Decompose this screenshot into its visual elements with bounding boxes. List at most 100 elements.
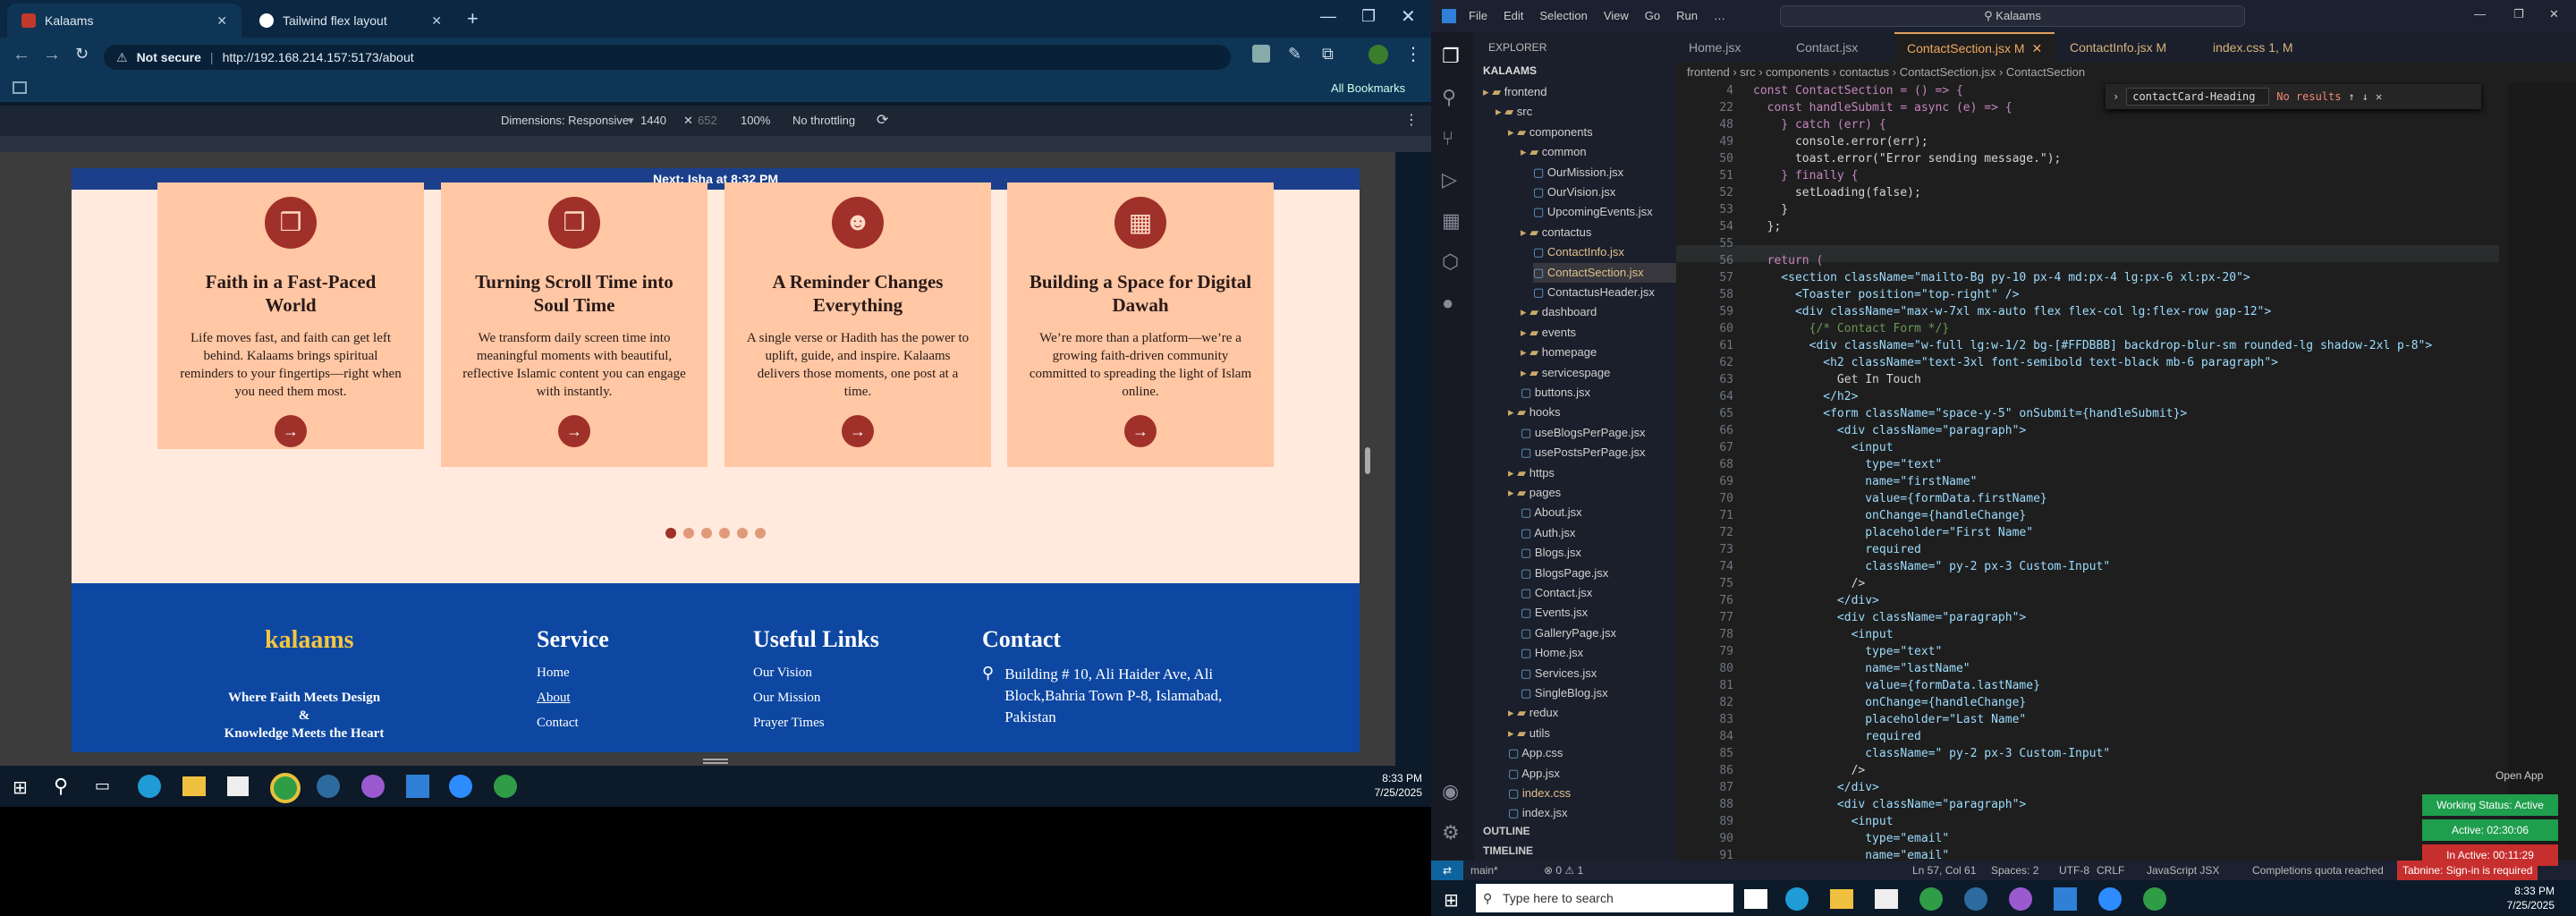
code-line[interactable]: <input bbox=[1753, 626, 1894, 643]
pen-icon[interactable]: ✎ bbox=[1288, 45, 1301, 64]
carousel-dot[interactable] bbox=[719, 528, 730, 539]
code-line[interactable]: return ( bbox=[1753, 252, 1824, 269]
tree-file[interactable]: ▢ useBlogsPerPage.jsx bbox=[1521, 423, 1676, 443]
swap-icon[interactable]: ✕ bbox=[683, 114, 693, 128]
menu-kebab-icon[interactable]: ⋮ bbox=[1404, 43, 1422, 65]
tree-file[interactable]: ▢ usePostsPerPage.jsx bbox=[1521, 443, 1676, 462]
height-input[interactable]: 652 bbox=[698, 114, 717, 127]
close-icon[interactable]: ✕ bbox=[2032, 41, 2043, 56]
tree-folder[interactable]: ▸ ▰ components bbox=[1508, 123, 1676, 142]
minimap[interactable] bbox=[2508, 82, 2576, 861]
forward-icon[interactable]: → bbox=[43, 45, 61, 65]
git-branch[interactable]: main* bbox=[1470, 864, 1498, 877]
devtools-more-icon[interactable]: ⋮ bbox=[1404, 111, 1419, 129]
footer-link-home[interactable]: Home bbox=[537, 660, 609, 685]
url-text[interactable]: http://192.168.214.157:5173/about bbox=[223, 50, 414, 64]
code-line[interactable]: {/* Contact Form */} bbox=[1753, 320, 1950, 337]
code-line[interactable]: placeholder="Last Name" bbox=[1753, 711, 2026, 728]
tree-file[interactable]: ▢ ContactInfo.jsx bbox=[1533, 242, 1676, 262]
footer-link-about[interactable]: About bbox=[537, 685, 609, 710]
problems-count[interactable]: ⊗ 0 ⚠ 1 bbox=[1544, 864, 1583, 877]
workspace-root[interactable]: KALAAMS bbox=[1483, 64, 1537, 77]
encoding[interactable]: UTF-8 bbox=[2059, 864, 2089, 877]
store-icon[interactable] bbox=[1875, 889, 1898, 909]
code-line[interactable]: <div className="paragraph"> bbox=[1753, 796, 2026, 813]
tree-folder[interactable]: ▸ ▰ servicespage bbox=[1521, 363, 1676, 383]
tree-file[interactable]: ▢ App.css bbox=[1508, 743, 1676, 763]
tree-folder[interactable]: ▸ ▰ contactus bbox=[1521, 223, 1676, 242]
close-icon[interactable]: ✕ bbox=[2376, 90, 2382, 103]
timeline-section[interactable]: TIMELINE bbox=[1483, 844, 1533, 857]
code-line[interactable]: type="email" bbox=[1753, 830, 1949, 847]
zoom-select[interactable]: 100% bbox=[741, 114, 770, 127]
back-icon[interactable]: ← bbox=[13, 45, 30, 65]
code-line[interactable]: <section className="mailto-Bg py-10 px-4… bbox=[1753, 269, 2250, 286]
search-icon[interactable]: ⚲ bbox=[54, 775, 68, 798]
github-icon[interactable] bbox=[361, 775, 385, 798]
tab-contact-section[interactable]: ContactSection.jsx M ✕ bbox=[1894, 32, 2055, 63]
menu-edit[interactable]: Edit bbox=[1504, 9, 1523, 22]
file-explorer-icon[interactable] bbox=[182, 776, 206, 796]
arrow-button[interactable]: → bbox=[1124, 415, 1157, 447]
file-explorer-icon[interactable] bbox=[1830, 889, 1853, 909]
restore-icon[interactable]: ❐ bbox=[2513, 7, 2524, 21]
tree-folder[interactable]: ▸ ▰ src bbox=[1496, 102, 1676, 122]
code-line[interactable]: className=" py-2 px-3 Custom-Input" bbox=[1753, 745, 2110, 762]
tree-folder[interactable]: ▸ ▰ utils bbox=[1508, 724, 1676, 743]
code-line[interactable]: /> bbox=[1753, 575, 1866, 592]
new-tab-icon[interactable]: + bbox=[467, 7, 479, 30]
close-icon[interactable]: ✕ bbox=[216, 13, 227, 29]
extension-icon[interactable] bbox=[1252, 45, 1270, 63]
code-editor[interactable]: 4 const ContactSection = () => {22 const … bbox=[1676, 82, 2576, 861]
arrow-button[interactable]: → bbox=[842, 415, 874, 447]
code-line[interactable]: onChange={handleChange} bbox=[1753, 694, 2026, 711]
footer-link-mission[interactable]: Our Mission bbox=[753, 685, 879, 710]
code-line[interactable]: type="text" bbox=[1753, 456, 1942, 473]
chrome-icon[interactable] bbox=[2143, 887, 2166, 911]
code-line[interactable]: </div> bbox=[1753, 779, 1879, 796]
indentation[interactable]: Spaces: 2 bbox=[1991, 864, 2038, 877]
tree-file[interactable]: ▢ OurMission.jsx bbox=[1533, 163, 1676, 182]
code-line[interactable]: value={formData.firstName} bbox=[1753, 490, 2047, 507]
code-line[interactable]: } catch (err) { bbox=[1753, 116, 1885, 133]
tree-file[interactable]: ▢ index.css bbox=[1508, 784, 1676, 803]
code-line[interactable]: name="email" bbox=[1753, 847, 1949, 861]
carousel-dot[interactable] bbox=[755, 528, 766, 539]
menu-go[interactable]: Go bbox=[1645, 9, 1660, 22]
tree-folder[interactable]: ▸ ▰ hooks bbox=[1508, 403, 1676, 422]
code-line[interactable]: console.error(err); bbox=[1753, 133, 1928, 150]
task-view-icon[interactable] bbox=[1744, 889, 1767, 909]
zoom-icon[interactable] bbox=[2098, 887, 2122, 911]
explorer-icon[interactable]: ❐ bbox=[1442, 45, 1460, 68]
code-line[interactable]: type="text" bbox=[1753, 643, 1942, 660]
code-line[interactable]: className=" py-2 px-3 Custom-Input" bbox=[1753, 558, 2110, 575]
cursor-position[interactable]: Ln 57, Col 61 bbox=[1912, 864, 1976, 877]
gear-icon[interactable]: ⚙ bbox=[1442, 821, 1460, 844]
width-input[interactable]: 1440 bbox=[640, 114, 666, 127]
code-line[interactable]: toast.error("Error sending message."); bbox=[1753, 150, 2061, 167]
code-line[interactable]: }; bbox=[1753, 218, 1782, 235]
code-line[interactable]: Get In Touch bbox=[1753, 371, 1921, 388]
reload-icon[interactable]: ↻ bbox=[75, 45, 89, 64]
github-icon[interactable] bbox=[2009, 887, 2032, 911]
footer-logo[interactable]: kalaams bbox=[265, 626, 354, 655]
profile-avatar[interactable] bbox=[1368, 45, 1388, 64]
chevron-right-icon[interactable]: › bbox=[2113, 90, 2119, 103]
menu-more[interactable]: … bbox=[1714, 9, 1725, 22]
tree-file[interactable]: ▢ buttons.jsx bbox=[1521, 383, 1676, 403]
code-line[interactable]: } finally { bbox=[1753, 167, 1858, 184]
carousel-dot[interactable] bbox=[683, 528, 694, 539]
task-view-icon[interactable]: ▭ bbox=[95, 776, 110, 795]
remote-indicator-icon[interactable]: ⇄ bbox=[1431, 861, 1463, 880]
breadcrumb-path[interactable]: frontend › src › components › contactus … bbox=[1676, 65, 2085, 79]
close-icon[interactable]: ✕ bbox=[431, 13, 442, 29]
tree-folder[interactable]: ▸ ▰ https bbox=[1508, 463, 1676, 483]
run-debug-icon[interactable]: ▷ bbox=[1442, 168, 1457, 191]
code-line[interactable]: name="lastName" bbox=[1753, 660, 1970, 677]
tree-file[interactable]: ▢ OurVision.jsx bbox=[1533, 182, 1676, 202]
puzzle-icon[interactable]: ⧉ bbox=[1322, 45, 1334, 64]
app-icon[interactable] bbox=[1964, 887, 1987, 911]
resize-handle-bottom[interactable] bbox=[703, 759, 728, 764]
minimize-icon[interactable]: — bbox=[1320, 7, 1336, 26]
find-input[interactable]: contactCard-Heading bbox=[2126, 88, 2270, 106]
